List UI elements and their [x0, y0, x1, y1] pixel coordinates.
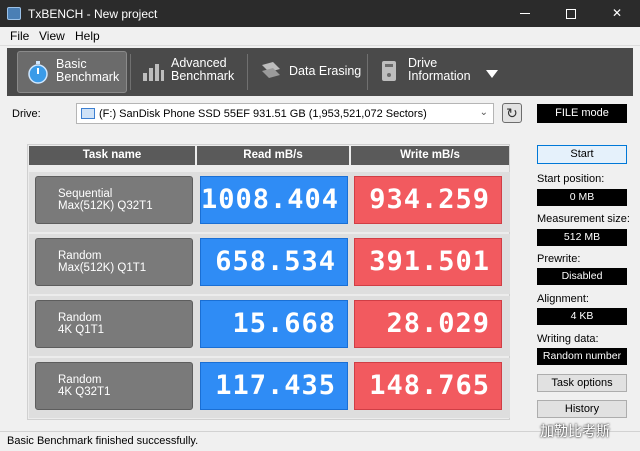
table-row: Random Max(512K) Q1T1 658.534 391.501: [29, 234, 510, 294]
measurement-size-label: Measurement size:: [537, 213, 630, 225]
write-value: 148.765: [354, 362, 502, 410]
drive-icon: [81, 108, 95, 119]
close-button[interactable]: ✕: [594, 0, 640, 27]
eraser-icon: [262, 62, 280, 78]
app-window: TxBENCH - New project ✕ File View Help B…: [0, 0, 640, 451]
start-position-label: Start position:: [537, 173, 605, 185]
tab-basic-benchmark[interactable]: Basic Benchmark: [17, 51, 127, 93]
tab-advanced-benchmark[interactable]: Advanced Benchmark: [133, 51, 245, 93]
writing-data-label: Writing data:: [537, 333, 599, 345]
maximize-button[interactable]: [548, 0, 594, 27]
drive-select[interactable]: (F:) SanDisk Phone SSD 55EF 931.51 GB (1…: [76, 103, 494, 124]
read-value: 658.534: [200, 238, 348, 286]
alignment-field[interactable]: 4 KB: [537, 308, 627, 325]
writing-data-field[interactable]: Random number: [537, 348, 627, 365]
drive-info-icon: [382, 61, 396, 81]
table-row: Random 4K Q32T1 117.435 148.765: [29, 358, 510, 418]
chevron-down-icon: ⌄: [479, 107, 488, 118]
write-value: 28.029: [354, 300, 502, 348]
toolbar-separator: [247, 54, 248, 90]
maximize-icon: [566, 8, 576, 19]
measurement-size-field[interactable]: 512 MB: [537, 229, 627, 246]
refresh-button[interactable]: ↻: [502, 103, 522, 123]
minimize-button[interactable]: [502, 0, 548, 27]
close-icon: ✕: [611, 6, 623, 20]
task-options-button[interactable]: Task options: [537, 374, 627, 392]
tab-basic-benchmark-label: Basic Benchmark: [56, 57, 120, 84]
window-title: TxBENCH - New project: [28, 7, 158, 21]
refresh-icon: ↻: [506, 105, 518, 121]
tab-data-erasing[interactable]: Data Erasing: [251, 51, 365, 93]
prewrite-label: Prewrite:: [537, 253, 581, 265]
task-button[interactable]: Random 4K Q1T1: [35, 300, 193, 348]
tab-drive-information-label: Drive Information: [408, 56, 471, 83]
title-bar: TxBENCH - New project ✕: [0, 0, 640, 27]
menu-view[interactable]: View: [37, 29, 67, 43]
read-value: 15.668: [200, 300, 348, 348]
toolbar-separator: [130, 54, 131, 90]
menu-file[interactable]: File: [8, 29, 31, 43]
header-task-name: Task name: [29, 146, 195, 165]
write-value: 934.259: [354, 176, 502, 224]
header-write: Write mB/s: [351, 146, 509, 165]
table-row: Sequential Max(512K) Q32T1 1008.404 934.…: [29, 172, 510, 232]
history-button[interactable]: History: [537, 400, 627, 418]
minimize-icon: [520, 13, 530, 15]
task-button[interactable]: Sequential Max(512K) Q32T1: [35, 176, 193, 224]
read-value: 1008.404: [200, 176, 348, 224]
drive-label: Drive:: [12, 108, 41, 120]
stopwatch-icon: [28, 61, 48, 84]
toolbar: Basic Benchmark Advanced Benchmark Data …: [7, 48, 633, 96]
bar-chart-icon: [143, 64, 164, 81]
results-panel: Task name Read mB/s Write mB/s Sequentia…: [27, 144, 510, 420]
task-button[interactable]: Random 4K Q32T1: [35, 362, 193, 410]
header-read: Read mB/s: [197, 146, 349, 165]
menu-bar: File View Help: [0, 27, 640, 46]
alignment-label: Alignment:: [537, 293, 589, 305]
write-value: 391.501: [354, 238, 502, 286]
drive-select-value: (F:) SanDisk Phone SSD 55EF 931.51 GB (1…: [99, 108, 427, 120]
file-mode-indicator[interactable]: FILE mode: [537, 104, 627, 123]
menu-help[interactable]: Help: [73, 29, 102, 43]
read-value: 117.435: [200, 362, 348, 410]
tab-data-erasing-label: Data Erasing: [289, 64, 362, 78]
task-button[interactable]: Random Max(512K) Q1T1: [35, 238, 193, 286]
watermark: 加勒比考斯: [540, 423, 610, 439]
status-text: Basic Benchmark finished successfully.: [7, 435, 199, 447]
toolbar-separator: [367, 54, 368, 90]
prewrite-field[interactable]: Disabled: [537, 268, 627, 285]
toolbar-overflow-chevron-icon[interactable]: [486, 70, 498, 78]
table-row: Random 4K Q1T1 15.668 28.029: [29, 296, 510, 356]
start-button[interactable]: Start: [537, 145, 627, 164]
tab-advanced-benchmark-label: Advanced Benchmark: [171, 56, 235, 83]
app-icon: [7, 7, 21, 20]
tab-drive-information[interactable]: Drive Information: [370, 51, 480, 93]
start-position-field[interactable]: 0 MB: [537, 189, 627, 206]
